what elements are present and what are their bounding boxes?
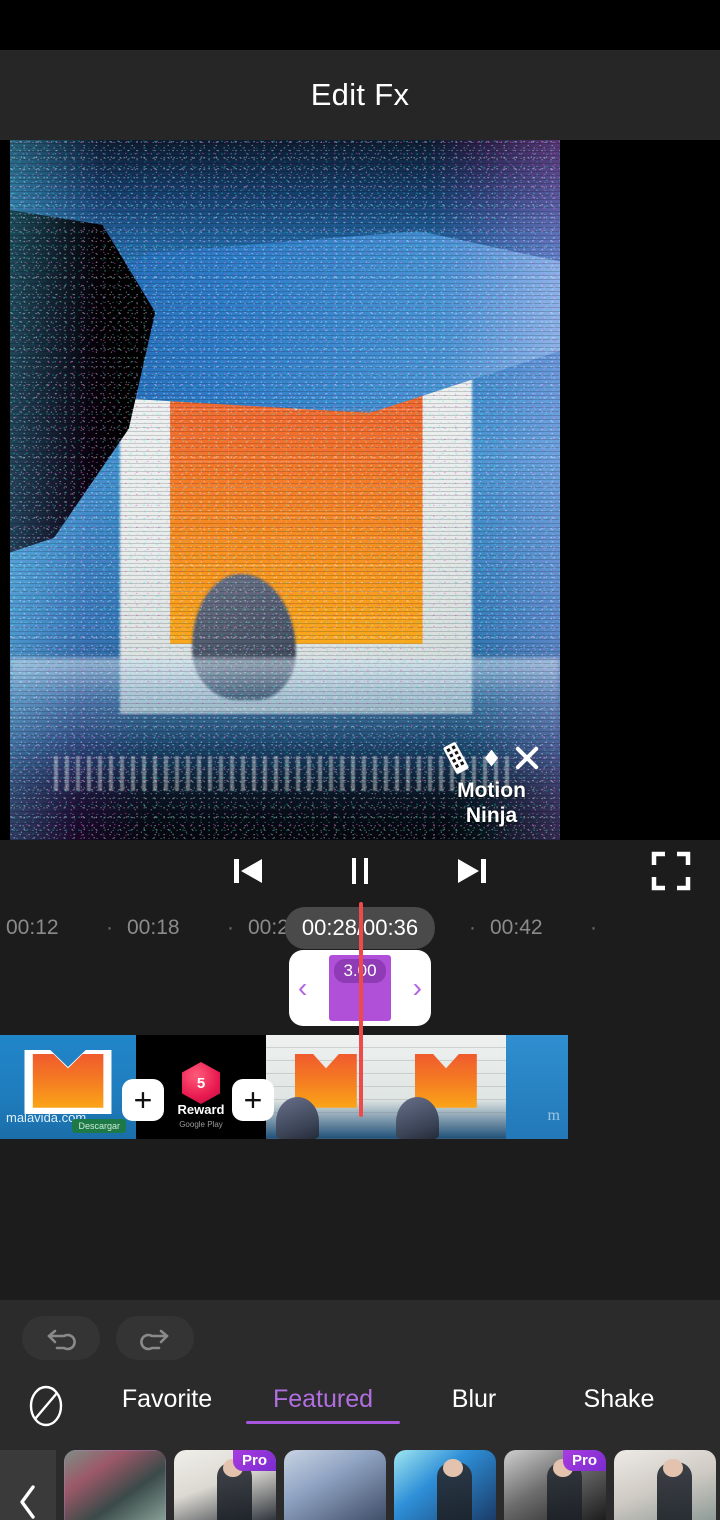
effects-list[interactable]: Shake Pro Wobble Bluish Partition: [0, 1442, 720, 1520]
ruler-dot: ·: [227, 916, 234, 939]
effect-item-wobble[interactable]: Pro Wobble: [174, 1450, 276, 1520]
filmstrip-thumb[interactable]: [386, 1035, 506, 1139]
watermark-text: Motion Ninja: [457, 778, 526, 828]
tab-favorite[interactable]: Favorite: [92, 1385, 242, 1428]
filmstrip-zone[interactable]: malavida.com Descargar 5 Reward Google P…: [0, 902, 720, 1170]
effects-collapse-button[interactable]: [0, 1450, 56, 1520]
ruler-tick: 00:42: [490, 916, 543, 939]
effect-item-bluish[interactable]: Bluish: [284, 1450, 386, 1520]
ruler-dot: ·: [106, 916, 113, 939]
chevron-left-icon: [20, 1485, 35, 1519]
playhead[interactable]: [359, 902, 363, 1117]
effect-item-shake[interactable]: Shake: [64, 1450, 166, 1520]
thumb-chip: Descargar: [72, 1119, 126, 1133]
diamond-icon: [485, 749, 498, 767]
effect-thumbnail: [394, 1450, 496, 1520]
effect-thumbnail: [64, 1450, 166, 1520]
tab-blur[interactable]: Blur: [404, 1385, 544, 1428]
skip-previous-icon[interactable]: [226, 849, 270, 893]
effect-item-old-film[interactable]: Pro Old Film: [504, 1450, 606, 1520]
thumb-subtitle: Google Play: [179, 1120, 223, 1129]
ruler-dot: ·: [469, 916, 476, 939]
effect-thumbnail: [614, 1450, 716, 1520]
film-strip-icon: [443, 742, 469, 774]
filmstrip-thumb[interactable]: malavida.com Descargar: [0, 1035, 136, 1139]
watermark-line1: Motion: [457, 779, 526, 802]
app-screen: Edit Fx Motion Ninja 00:12 · 00:18 · 00:…: [0, 0, 720, 1520]
pro-badge: Pro: [562, 1450, 606, 1471]
page-title: Edit Fx: [310, 77, 410, 112]
effect-item-echo[interactable]: Echo: [614, 1450, 716, 1520]
clip-prev-arrow[interactable]: ‹: [298, 974, 307, 1002]
undo-button[interactable]: [22, 1316, 100, 1360]
pro-badge: Pro: [232, 1450, 276, 1471]
effect-item-partition[interactable]: Partition: [394, 1450, 496, 1520]
skip-next-icon[interactable]: [450, 849, 494, 893]
tab-shake[interactable]: Shake: [544, 1385, 694, 1428]
thumb-mark: m: [547, 1107, 560, 1124]
header-bar: Edit Fx: [0, 50, 720, 140]
redo-icon: [140, 1329, 169, 1351]
ruler-dot: ·: [590, 916, 597, 939]
watermark-line2: Ninja: [465, 804, 518, 827]
watermark-icons: [441, 741, 542, 775]
status-bar: [0, 0, 720, 50]
watermark: Motion Ninja: [441, 741, 542, 828]
category-tabs: Favorite Featured Blur Shake: [0, 1370, 720, 1442]
thumb-badge: 5: [182, 1062, 220, 1105]
transport-buttons: [226, 849, 494, 893]
ruler-tick: 00:18: [127, 916, 180, 939]
pause-icon[interactable]: [338, 849, 382, 893]
close-icon[interactable]: [512, 743, 542, 773]
video-preview[interactable]: Motion Ninja: [0, 140, 720, 840]
fullscreen-icon[interactable]: [650, 850, 692, 892]
tab-featured[interactable]: Featured: [242, 1385, 404, 1428]
no-effect-icon: [29, 1385, 63, 1427]
effects-panel: Favorite Featured Blur Shake Shake Pro: [0, 1300, 720, 1520]
redo-button[interactable]: [116, 1316, 194, 1360]
ruler-tick: 00:12: [6, 916, 59, 939]
timeline-empty-space: [0, 1170, 720, 1300]
history-controls: [0, 1300, 720, 1370]
add-transition-button[interactable]: +: [122, 1079, 164, 1121]
thumb-figure: [275, 1097, 319, 1139]
playback-controls: [0, 840, 720, 902]
no-effect-button[interactable]: [0, 1382, 92, 1430]
add-transition-button[interactable]: +: [232, 1079, 274, 1121]
filmstrip[interactable]: malavida.com Descargar 5 Reward Google P…: [0, 1035, 568, 1139]
filmstrip-thumb[interactable]: [266, 1035, 386, 1139]
effect-thumbnail: [284, 1450, 386, 1520]
thumb-figure: [395, 1097, 439, 1139]
preview-canvas: Motion Ninja: [10, 140, 560, 840]
filmstrip-thumb[interactable]: m: [506, 1035, 568, 1139]
undo-icon: [47, 1329, 76, 1351]
clip-next-arrow[interactable]: ›: [413, 974, 422, 1002]
thumb-logo: [32, 1053, 104, 1108]
